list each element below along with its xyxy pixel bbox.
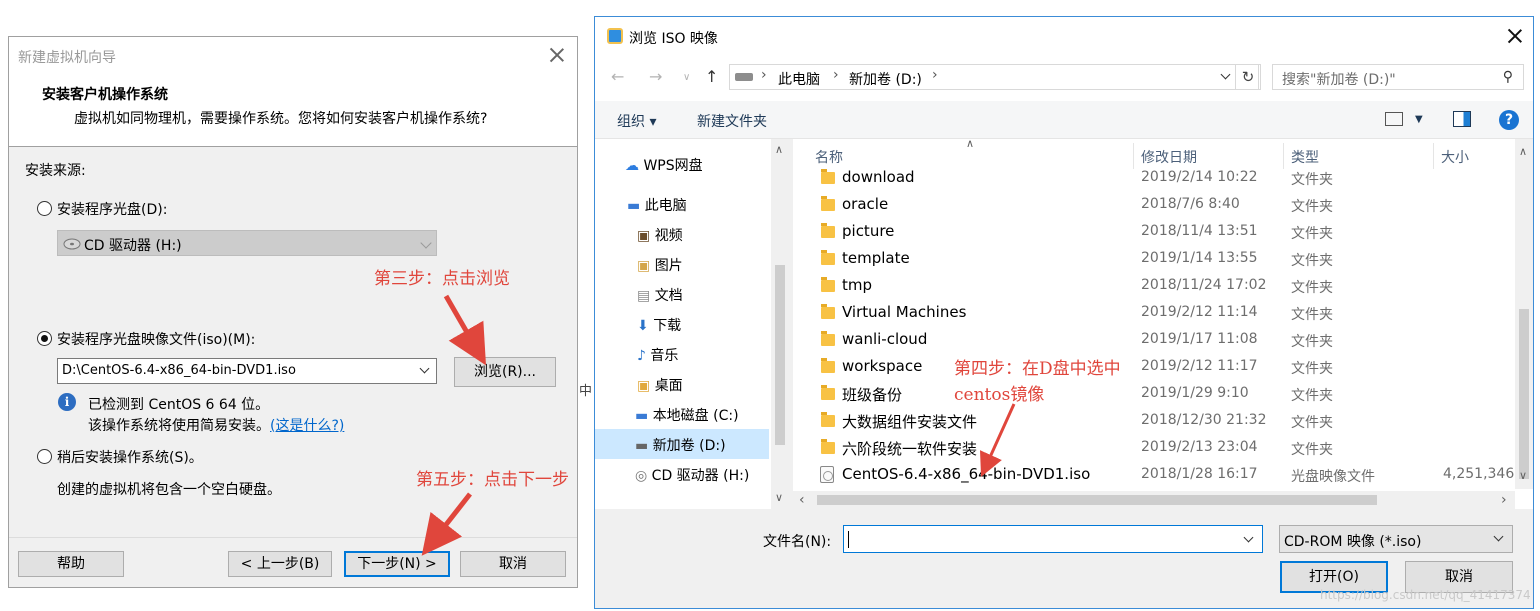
arrow-step5 — [421, 492, 472, 556]
annotation-arrows — [421, 294, 1016, 556]
arrow-step4 — [980, 403, 1016, 477]
arrow-step3 — [443, 294, 486, 366]
watermark-text: https://blog.csdn.net/qq_41417374 — [1320, 588, 1531, 602]
